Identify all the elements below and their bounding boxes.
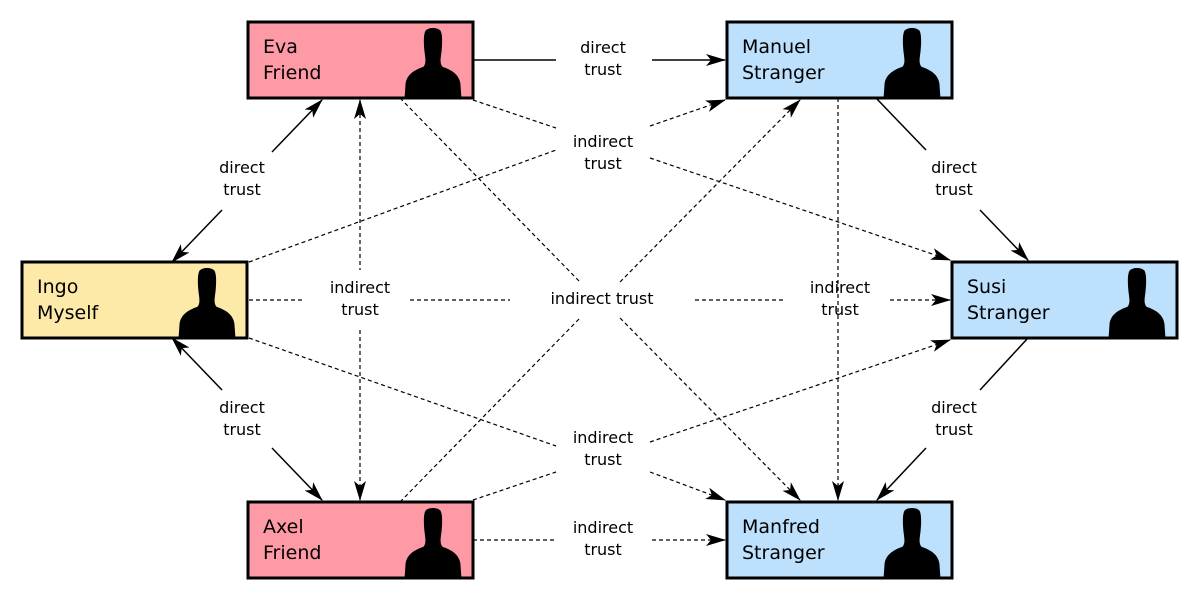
edge-line: [979, 209, 1029, 261]
node-ingo: Ingo Myself: [20, 260, 249, 340]
direct-trust-label: direct trust: [219, 398, 265, 439]
node-name: Axel: [263, 516, 304, 538]
edge-line: [649, 157, 951, 261]
direct-trust-label: direct trust: [931, 398, 977, 439]
edge-labels-layer: direct trust direct trust direct trust direct t…: [219, 38, 977, 559]
node-axel: Axel Friend: [246, 500, 475, 580]
edge-line: [649, 99, 726, 127]
direct-trust-label: direct trust: [931, 158, 977, 199]
node-role: Stranger: [742, 542, 825, 564]
node-name: Manfred: [742, 516, 820, 538]
indirect-trust-label: indirect trust: [573, 132, 633, 173]
node-role: Myself: [37, 302, 100, 324]
edge-line: [399, 97, 581, 283]
edge-line: [875, 97, 927, 151]
edge-line: [399, 317, 581, 503]
indirect-trust-label: indirect trust: [550, 289, 653, 308]
edge-line: [649, 471, 726, 501]
edge-line: [171, 337, 223, 391]
edge-manuel-susi: [875, 97, 1029, 261]
edge-line: [649, 339, 951, 443]
edge-susi-manfred: [876, 337, 1029, 501]
direct-trust-label: direct trust: [580, 38, 626, 79]
node-eva: Eva Friend: [246, 20, 475, 100]
edge-line: [248, 337, 557, 447]
indirect-trust-label: indirect trust: [810, 278, 870, 319]
edge-eva-susi: [472, 99, 951, 261]
node-manuel: Manuel Stranger: [725, 20, 954, 100]
edge-line: [472, 471, 557, 501]
edge-line: [271, 99, 323, 153]
node-name: Susi: [967, 276, 1006, 298]
edge-line: [619, 317, 801, 501]
edge-ingo-axel: [171, 337, 323, 501]
node-role: Friend: [263, 62, 321, 84]
edge-line: [171, 209, 223, 263]
trust-diagram: direct trust direct trust direct trust direct t…: [20, 20, 1179, 580]
indirect-trust-label: indirect trust: [573, 428, 633, 469]
indirect-trust-label: indirect trust: [330, 278, 390, 319]
edge-line: [472, 99, 557, 129]
indirect-trust-label: indirect trust: [573, 518, 633, 559]
node-role: Friend: [263, 542, 321, 564]
node-name: Manuel: [742, 36, 811, 58]
node-role: Stranger: [742, 62, 825, 84]
edge-line: [619, 99, 801, 283]
edge-ingo-manfred: [248, 337, 726, 501]
direct-trust-label: direct trust: [219, 158, 265, 199]
edge-ingo-manuel: [248, 99, 726, 263]
node-role: Stranger: [967, 302, 1050, 324]
node-manfred: Manfred Stranger: [725, 500, 954, 580]
node-name: Ingo: [37, 276, 78, 298]
edge-line: [248, 149, 557, 263]
edge-line: [876, 447, 927, 501]
edge-axel-susi: [472, 339, 951, 501]
node-susi: Susi Stranger: [950, 260, 1179, 340]
node-name: Eva: [263, 36, 298, 58]
edge-line: [271, 447, 323, 501]
edge-line: [979, 337, 1029, 391]
